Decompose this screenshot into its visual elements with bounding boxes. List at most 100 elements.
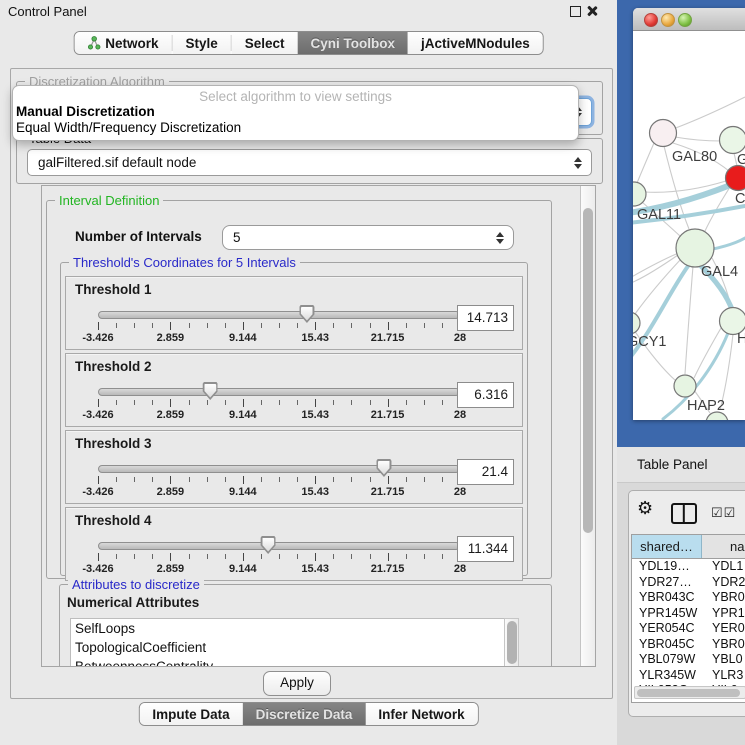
threshold-panel-1: Threshold 1 -3.4262.8599.14415.4321.7152… (65, 276, 523, 350)
network-node-label: GCY1 (633, 334, 667, 350)
network-node (726, 166, 745, 191)
slider-track[interactable] (98, 542, 460, 550)
network-node (650, 120, 677, 147)
table-row[interactable]: YLR345WYLR3 (632, 668, 745, 684)
threshold-label: Threshold 3 (75, 436, 152, 451)
right-panel: GAL80 G C GAL11 GAL4 GCY1 H HAP2 Table P… (617, 0, 745, 745)
network-node-label: GAL80 (672, 149, 717, 165)
threshold-value-box[interactable]: 21.4 (457, 459, 514, 485)
table-data-selected: galFiltered.sif default node (28, 155, 569, 170)
network-node (720, 127, 745, 154)
slider-track[interactable] (98, 311, 460, 319)
threshold-label: Threshold 4 (75, 513, 152, 528)
minimize-traffic-light-icon[interactable] (661, 13, 675, 27)
network-canvas[interactable]: GAL80 G C GAL11 GAL4 GCY1 H HAP2 (633, 31, 745, 420)
network-node-label: H (737, 331, 745, 347)
gear-icon[interactable]: ⚙ (637, 498, 653, 519)
threshold-value-box[interactable]: 11.344 (457, 536, 514, 562)
network-node (674, 375, 696, 397)
table-row[interactable]: YBR043CYBR0 (632, 590, 745, 606)
close-icon[interactable] (586, 5, 597, 16)
tab-label: Cyni Toolbox (311, 36, 396, 51)
checkbox-icons[interactable]: ☑☑ (711, 505, 736, 521)
settings-vertical-scrollbar[interactable] (580, 186, 595, 666)
combo-arrows-icon (569, 157, 587, 169)
number-of-intervals-value: 5 (223, 230, 491, 245)
network-view-window[interactable]: GAL80 G C GAL11 GAL4 GCY1 H HAP2 (633, 8, 745, 420)
threshold-label: Threshold 2 (75, 359, 152, 374)
number-of-intervals-label: Number of Intervals (75, 229, 202, 244)
float-window-icon[interactable] (570, 6, 581, 17)
algorithm-option-manual[interactable]: Manual Discretization (13, 104, 578, 120)
apply-button[interactable]: Apply (263, 671, 331, 696)
threshold-slider[interactable]: -3.4262.8599.14415.4321.71528 (98, 384, 460, 422)
zoom-traffic-light-icon[interactable] (678, 13, 692, 27)
slider-tick-labels: -3.4262.8599.14415.4321.71528 (98, 486, 460, 498)
table-header-row: shared… na (632, 535, 745, 559)
number-of-intervals-spinner[interactable]: 5 (222, 225, 514, 250)
column-header-name[interactable]: na (702, 535, 745, 558)
close-traffic-light-icon[interactable] (644, 13, 658, 27)
attributes-list-scrollbar[interactable] (504, 618, 519, 667)
slider-track[interactable] (98, 465, 460, 473)
group-title: Interval Definition (55, 193, 163, 208)
control-panel-titlebar: Control Panel (0, 0, 617, 22)
group-title: Threshold's Coordinates for 5 Intervals (69, 255, 300, 270)
attribute-list-item[interactable]: BetweennessCentrality (71, 657, 504, 667)
network-node-label: G (737, 152, 745, 168)
tab-label: Network (105, 36, 158, 51)
numerical-attributes-list[interactable]: SelfLoopsTopologicalCoefficientBetweenne… (70, 618, 505, 667)
thresholds-group: Threshold's Coordinates for 5 Intervals … (60, 262, 528, 576)
cyni-toolbox-panel: Discretization Algorithm Table Data galF… (10, 68, 613, 699)
table-row[interactable]: YDL19…YDL1 (632, 559, 745, 575)
node-attribute-table[interactable]: shared… na YDL19…YDL1YDR27…YDR2YBR043CYB… (631, 534, 745, 703)
tab-style[interactable]: Style (172, 32, 230, 54)
tab-select[interactable]: Select (232, 32, 298, 54)
threshold-slider[interactable]: -3.4262.8599.14415.4321.71528 (98, 461, 460, 499)
table-row[interactable]: YER054CYER0 (632, 621, 745, 637)
table-row[interactable]: YBR045CYBR0 (632, 637, 745, 653)
slider-tick-labels: -3.4262.8599.14415.4321.71528 (98, 332, 460, 344)
threshold-slider[interactable]: -3.4262.8599.14415.4321.71528 (98, 538, 460, 576)
table-row[interactable]: YDR27…YDR2 (632, 575, 745, 591)
tab-network[interactable]: Network (74, 32, 171, 54)
table-panel-title: Table Panel (637, 457, 708, 472)
network-node-label: GAL4 (701, 264, 738, 280)
panel-title: Control Panel (8, 4, 87, 19)
tab-impute-data[interactable]: Impute Data (139, 703, 242, 725)
settings-scrollpane: Interval Definition Number of Intervals … (41, 185, 596, 667)
table-row[interactable]: YPR145WYPR1 (632, 606, 745, 622)
slider-track[interactable] (98, 388, 460, 396)
algorithm-prompt: Select algorithm to view settings (13, 89, 578, 104)
table-panel: ⚙ ☑☑ shared… na YDL19…YDL1YDR27…YDR2YBR0… (628, 490, 745, 717)
attribute-list-item[interactable]: TopologicalCoefficient (71, 638, 504, 657)
tab-label: Infer Network (378, 707, 464, 722)
threshold-slider[interactable]: -3.4262.8599.14415.4321.71528 (98, 307, 460, 345)
tab-cyni-toolbox[interactable]: Cyni Toolbox (298, 32, 409, 54)
threshold-value-box[interactable]: 6.316 (457, 382, 514, 408)
network-view-frame: GAL80 G C GAL11 GAL4 GCY1 H HAP2 (617, 0, 745, 447)
algorithm-option-equal-width[interactable]: Equal Width/Frequency Discretization (13, 120, 578, 136)
table-horizontal-scrollbar[interactable] (634, 686, 745, 699)
scrollbar-thumb[interactable] (583, 208, 593, 533)
attribute-list-item[interactable]: SelfLoops (71, 619, 504, 638)
scrollbar-thumb[interactable] (507, 621, 517, 664)
table-rows: YDL19…YDL1YDR27…YDR2YBR043CYBR0YPR145WYP… (632, 559, 745, 699)
scrollbar-thumb[interactable] (637, 689, 740, 697)
table-panel-toolbar: ⚙ ☑☑ (629, 491, 745, 533)
column-header-shared-name[interactable]: shared… (632, 535, 702, 558)
control-panel: Control Panel Network Style Select Cyni … (0, 0, 618, 745)
tab-jactivemnodules[interactable]: jActiveMNodules (408, 32, 543, 54)
tab-infer-network[interactable]: Infer Network (365, 703, 477, 725)
numerical-attributes-label: Numerical Attributes (67, 595, 199, 610)
network-icon (87, 36, 100, 50)
tab-discretize-data[interactable]: Discretize Data (243, 703, 366, 725)
spinner-arrows-icon[interactable] (491, 232, 509, 244)
table-data-combobox[interactable]: galFiltered.sif default node (27, 149, 592, 176)
table-row[interactable]: YBL079WYBL0 (632, 652, 745, 668)
tab-label: Discretize Data (256, 707, 353, 722)
columns-icon[interactable] (671, 503, 697, 524)
threshold-value-box[interactable]: 14.713 (457, 305, 514, 331)
network-node (633, 182, 646, 206)
threshold-panel-3: Threshold 3 -3.4262.8599.14415.4321.7152… (65, 430, 523, 504)
